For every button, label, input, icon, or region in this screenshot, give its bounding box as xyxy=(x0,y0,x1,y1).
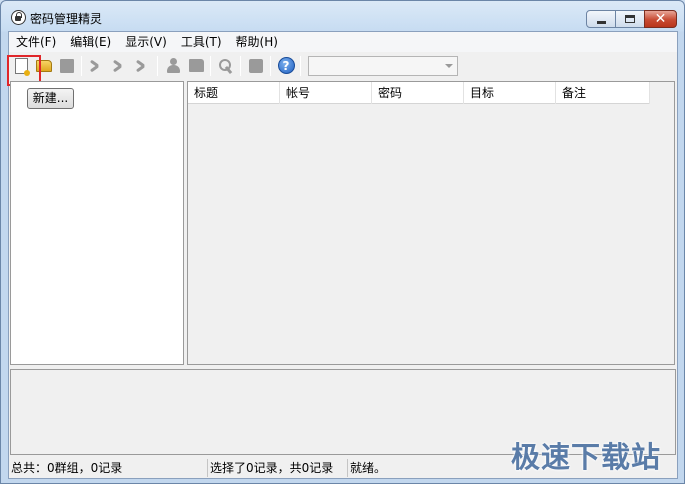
help-icon: ? xyxy=(277,57,295,74)
user-button[interactable] xyxy=(162,55,184,77)
stop-button[interactable] xyxy=(245,55,267,77)
new-button[interactable] xyxy=(7,54,41,86)
chevron-down-icon xyxy=(445,63,453,68)
help-button[interactable]: ? xyxy=(275,55,297,77)
status-groups-summary: 总共：0群组，0记录 xyxy=(9,459,208,477)
window-controls: ✕ xyxy=(586,10,677,28)
toolbar-separator xyxy=(157,55,158,76)
save-button[interactable] xyxy=(56,55,78,77)
status-selection-summary: 选择了0记录，共0记录 xyxy=(208,459,348,477)
column-header-password[interactable]: 密码 xyxy=(372,82,464,104)
book-icon xyxy=(188,59,204,72)
toolbar-separator xyxy=(81,55,82,76)
stop-icon xyxy=(249,58,263,73)
close-button[interactable]: ✕ xyxy=(644,10,677,28)
client-area: 文件(F) 编辑(E) 显示(V) 工具(T) 帮助(H) ? 新建... 标题… xyxy=(7,31,678,479)
user-icon xyxy=(166,58,180,73)
toolbar-separator xyxy=(240,55,241,76)
minimize-icon xyxy=(596,20,606,24)
group-combo[interactable] xyxy=(308,55,458,76)
maximize-icon xyxy=(625,15,635,23)
add-record-button[interactable] xyxy=(86,55,108,77)
column-header-account[interactable]: 帐号 xyxy=(280,82,372,104)
edit-record-icon xyxy=(112,60,128,72)
minimize-button[interactable] xyxy=(586,10,616,28)
app-window: 密码管理精灵 ✕ 文件(F) 编辑(E) 显示(V) 工具(T) 帮助(H) ?… xyxy=(0,0,685,484)
delete-record-icon xyxy=(135,60,151,72)
add-record-icon xyxy=(89,60,105,72)
maximize-button[interactable] xyxy=(615,10,645,28)
edit-record-button[interactable] xyxy=(109,55,131,77)
search-button[interactable] xyxy=(215,55,237,77)
book-button[interactable] xyxy=(185,55,207,77)
menu-tools[interactable]: 工具(T) xyxy=(174,32,229,52)
column-header-title[interactable]: 标题 xyxy=(188,82,280,104)
menu-file[interactable]: 文件(F) xyxy=(9,32,63,52)
close-icon: ✕ xyxy=(654,11,667,27)
group-tree-pane[interactable]: 新建... xyxy=(10,81,184,365)
new-document-icon xyxy=(14,57,30,76)
column-header-notes[interactable]: 备注 xyxy=(556,82,650,104)
menu-view[interactable]: 显示(V) xyxy=(118,32,174,52)
menu-edit[interactable]: 编辑(E) xyxy=(63,32,118,52)
new-group-button[interactable]: 新建... xyxy=(27,88,74,109)
lock-icon xyxy=(11,10,26,25)
menu-bar: 文件(F) 编辑(E) 显示(V) 工具(T) 帮助(H) xyxy=(9,32,677,52)
toolbar-separator xyxy=(270,55,271,76)
delete-record-button[interactable] xyxy=(132,55,154,77)
column-header-target[interactable]: 目标 xyxy=(464,82,556,104)
save-icon xyxy=(60,58,74,73)
watermark-text: 极速下载站 xyxy=(511,440,662,474)
record-table-header: 标题 帐号 密码 目标 备注 xyxy=(188,82,650,104)
search-key-icon xyxy=(219,58,233,73)
title-bar[interactable]: 密码管理精灵 ✕ xyxy=(1,1,684,31)
window-title: 密码管理精灵 xyxy=(30,12,103,26)
menu-help[interactable]: 帮助(H) xyxy=(229,32,285,52)
toolbar: ? xyxy=(7,52,677,86)
toolbar-separator xyxy=(210,55,211,76)
record-list-pane[interactable]: 标题 帐号 密码 目标 备注 xyxy=(187,81,675,365)
toolbar-separator xyxy=(300,55,301,76)
